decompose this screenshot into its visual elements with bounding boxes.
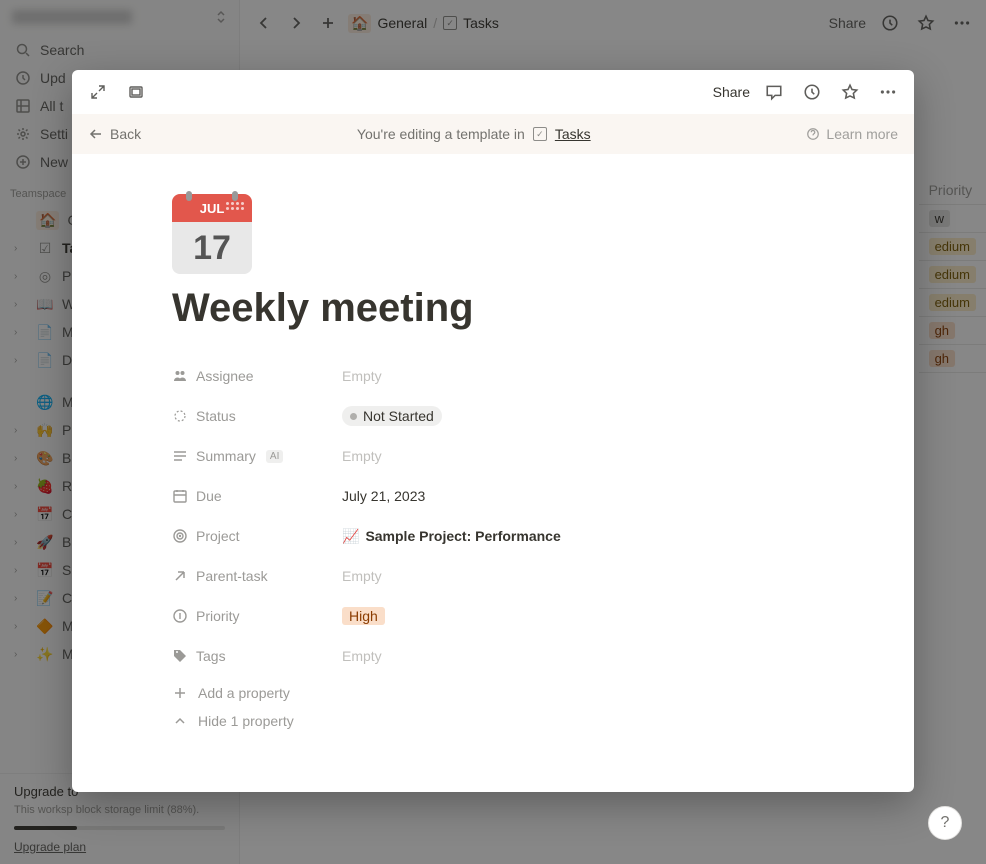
property-name: Project [196, 528, 240, 544]
property-row: Summary AI Empty [172, 439, 814, 473]
calendar-month: JUL [200, 201, 225, 216]
property-value[interactable]: Empty [342, 368, 382, 384]
property-row: Status Not Started [172, 399, 814, 433]
banner-link[interactable]: Tasks [555, 126, 591, 142]
chevron-up-icon [172, 713, 188, 729]
chart-icon: 📈 [342, 528, 359, 545]
tag-icon [172, 648, 188, 664]
property-label[interactable]: Priority [172, 608, 342, 624]
priority-icon [172, 608, 188, 624]
peek-mode-icon[interactable] [122, 78, 150, 106]
updates-icon[interactable] [798, 78, 826, 106]
back-label: Back [110, 126, 141, 142]
hide-property-button[interactable]: Hide 1 property [172, 707, 814, 735]
help-icon [806, 127, 820, 141]
status-icon [172, 408, 188, 424]
property-name: Summary [196, 448, 256, 464]
property-value: Not Started [363, 408, 434, 424]
template-editor-modal: Share Back You're editing a template in … [72, 70, 914, 792]
property-value[interactable]: 📈Sample Project: Performance [342, 528, 561, 545]
learn-more-label: Learn more [826, 126, 898, 142]
ai-badge: AI [266, 450, 283, 463]
priority-tag[interactable]: High [342, 607, 385, 625]
learn-more-link[interactable]: Learn more [806, 126, 898, 142]
add-property-label: Add a property [198, 685, 290, 701]
property-row: Parent-task Empty [172, 559, 814, 593]
property-label[interactable]: Tags [172, 648, 342, 664]
property-label[interactable]: Summary AI [172, 448, 342, 464]
property-label[interactable]: Status [172, 408, 342, 424]
property-row: Tags Empty [172, 639, 814, 673]
expand-icon[interactable] [84, 78, 112, 106]
checkbox-icon: ✓ [533, 127, 547, 141]
property-value[interactable]: Empty [342, 648, 382, 664]
property-label[interactable]: Project [172, 528, 342, 544]
property-label[interactable]: Due [172, 488, 342, 504]
property-name: Priority [196, 608, 240, 624]
property-value[interactable]: Empty [342, 568, 382, 584]
property-name: Assignee [196, 368, 254, 384]
favorite-icon[interactable] [836, 78, 864, 106]
arrow-left-icon [88, 126, 104, 142]
arrow-up-icon [172, 568, 188, 584]
modal-share-button[interactable]: Share [713, 84, 750, 100]
modal-body: JUL 17 Weekly meeting Assignee Empty Statu… [72, 154, 914, 792]
calendar-icon [172, 488, 188, 504]
property-label[interactable]: Parent-task [172, 568, 342, 584]
property-name: Tags [196, 648, 226, 664]
target-icon [172, 528, 188, 544]
add-property-button[interactable]: Add a property [172, 679, 814, 707]
property-label[interactable]: Assignee [172, 368, 342, 384]
property-name: Parent-task [196, 568, 268, 584]
property-row: Due July 21, 2023 [172, 479, 814, 513]
template-banner: Back You're editing a template in ✓ Task… [72, 114, 914, 154]
page-icon-calendar[interactable]: JUL 17 [172, 194, 252, 274]
property-name: Due [196, 488, 222, 504]
property-value[interactable]: Empty [342, 448, 382, 464]
status-pill[interactable]: Not Started [342, 406, 442, 426]
people-icon [172, 368, 188, 384]
lines-icon [172, 448, 188, 464]
property-value[interactable]: July 21, 2023 [342, 488, 425, 504]
modal-toolbar: Share [72, 70, 914, 114]
hide-property-label: Hide 1 property [198, 713, 294, 729]
property-row: Priority High [172, 599, 814, 633]
comments-icon[interactable] [760, 78, 788, 106]
more-icon[interactable] [874, 78, 902, 106]
help-button[interactable]: ? [928, 806, 962, 840]
property-name: Status [196, 408, 236, 424]
back-button[interactable]: Back [88, 126, 141, 142]
property-list: Assignee Empty Status Not Started Summary AI E… [172, 359, 814, 673]
banner-text: You're editing a template in [357, 126, 525, 142]
property-row: Project 📈Sample Project: Performance [172, 519, 814, 553]
page-title[interactable]: Weekly meeting [172, 286, 814, 331]
calendar-day: 17 [193, 229, 231, 268]
property-row: Assignee Empty [172, 359, 814, 393]
plus-icon [172, 685, 188, 701]
